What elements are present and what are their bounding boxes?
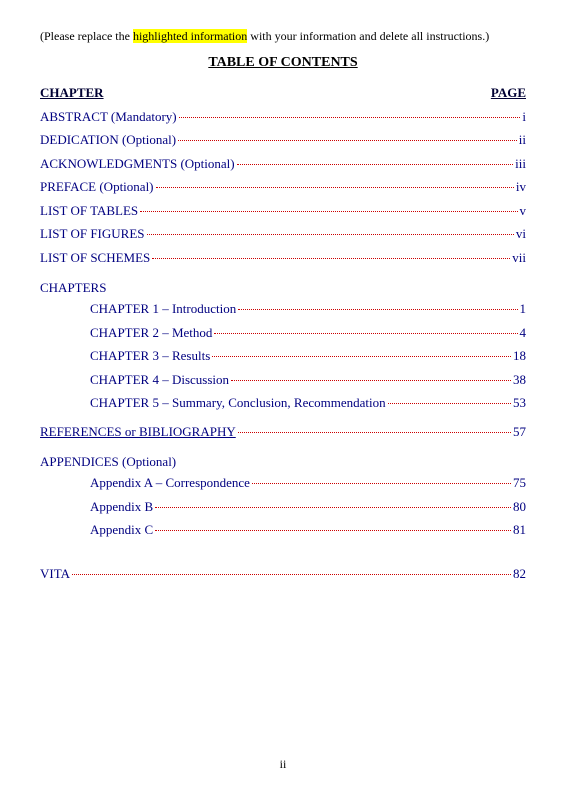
list-schemes-page: vii [512, 248, 526, 268]
ch5-dots [388, 403, 511, 404]
toc-row-ch5: CHAPTER 5 – Summary, Conclusion, Recomme… [40, 393, 526, 413]
toc-row-list-figures: LIST OF FIGURES vi [40, 224, 526, 244]
toc-row-ch1: CHAPTER 1 – Introduction 1 [40, 299, 526, 319]
list-tables-label: LIST OF TABLES [40, 201, 138, 221]
instruction-text: (Please replace the highlighted informat… [40, 28, 526, 45]
ch3-label: CHAPTER 3 – Results [90, 346, 210, 366]
ch2-page: 4 [520, 323, 527, 343]
ch3-page: 18 [513, 346, 526, 366]
toc-header: CHAPTER PAGE [40, 85, 526, 101]
chapters-header: CHAPTERS [40, 280, 526, 296]
acknowledgments-page: iii [515, 154, 526, 174]
references-label: REFERENCES or BIBLIOGRAPHY [40, 422, 236, 442]
toc-row-appB: Appendix B 80 [40, 497, 526, 517]
page: (Please replace the highlighted informat… [0, 0, 566, 786]
appB-page: 80 [513, 497, 526, 517]
toc-row-vita: VITA 82 [40, 564, 526, 584]
toc-row-appC: Appendix C 81 [40, 520, 526, 540]
vita-label: VITA [40, 564, 70, 584]
toc-row-list-tables: LIST OF TABLES v [40, 201, 526, 221]
chapter-header-label: CHAPTER [40, 85, 104, 101]
list-figures-page: vi [516, 224, 526, 244]
appA-dots [252, 483, 511, 484]
ch5-label: CHAPTER 5 – Summary, Conclusion, Recomme… [90, 393, 386, 413]
dedication-page: ii [519, 130, 526, 150]
list-schemes-dots [152, 258, 510, 259]
acknowledgments-label: ACKNOWLEDGMENTS (Optional) [40, 154, 235, 174]
toc-row-references: REFERENCES or BIBLIOGRAPHY 57 [40, 422, 526, 442]
vita-dots [72, 574, 511, 575]
list-tables-dots [140, 211, 517, 212]
appC-label: Appendix C [90, 520, 153, 540]
ch4-label: CHAPTER 4 – Discussion [90, 370, 229, 390]
list-tables-page: v [520, 201, 527, 221]
references-page: 57 [513, 422, 526, 442]
toc-row-preface: PREFACE (Optional) iv [40, 177, 526, 197]
toc-row-acknowledgments: ACKNOWLEDGMENTS (Optional) iii [40, 154, 526, 174]
abstract-dots [179, 117, 521, 118]
ch2-label: CHAPTER 2 – Method [90, 323, 212, 343]
vita-page: 82 [513, 564, 526, 584]
page-footer: ii [40, 757, 526, 772]
references-dots [238, 432, 511, 433]
appC-page: 81 [513, 520, 526, 540]
toc-row-ch2: CHAPTER 2 – Method 4 [40, 323, 526, 343]
ch1-dots [238, 309, 517, 310]
dedication-dots [178, 140, 517, 141]
preface-dots [156, 187, 514, 188]
ch4-dots [231, 380, 511, 381]
acknowledgments-dots [237, 164, 514, 165]
appB-dots [155, 507, 511, 508]
toc-row-abstract: ABSTRACT (Mandatory) i [40, 107, 526, 127]
abstract-label: ABSTRACT (Mandatory) [40, 107, 177, 127]
toc-row-ch4: CHAPTER 4 – Discussion 38 [40, 370, 526, 390]
page-header-label: PAGE [491, 85, 526, 101]
preface-label: PREFACE (Optional) [40, 177, 154, 197]
toc-title: TABLE OF CONTENTS [40, 55, 526, 71]
ch1-page: 1 [520, 299, 527, 319]
ch3-dots [212, 356, 511, 357]
ch2-dots [214, 333, 517, 334]
highlight-text: highlighted information [133, 29, 247, 43]
appendices-header: APPENDICES (Optional) [40, 454, 526, 470]
ch4-page: 38 [513, 370, 526, 390]
list-schemes-label: LIST OF SCHEMES [40, 248, 150, 268]
toc-row-ch3: CHAPTER 3 – Results 18 [40, 346, 526, 366]
toc-row-appA: Appendix A – Correspondence 75 [40, 473, 526, 493]
ch1-label: CHAPTER 1 – Introduction [90, 299, 236, 319]
appA-page: 75 [513, 473, 526, 493]
appA-label: Appendix A – Correspondence [90, 473, 250, 493]
list-figures-dots [147, 234, 514, 235]
appB-label: Appendix B [90, 497, 153, 517]
ch5-page: 53 [513, 393, 526, 413]
list-figures-label: LIST OF FIGURES [40, 224, 145, 244]
appC-dots [155, 530, 511, 531]
toc-row-dedication: DEDICATION (Optional) ii [40, 130, 526, 150]
dedication-label: DEDICATION (Optional) [40, 130, 176, 150]
abstract-page: i [522, 107, 526, 127]
preface-page: iv [516, 177, 526, 197]
toc-row-list-schemes: LIST OF SCHEMES vii [40, 248, 526, 268]
